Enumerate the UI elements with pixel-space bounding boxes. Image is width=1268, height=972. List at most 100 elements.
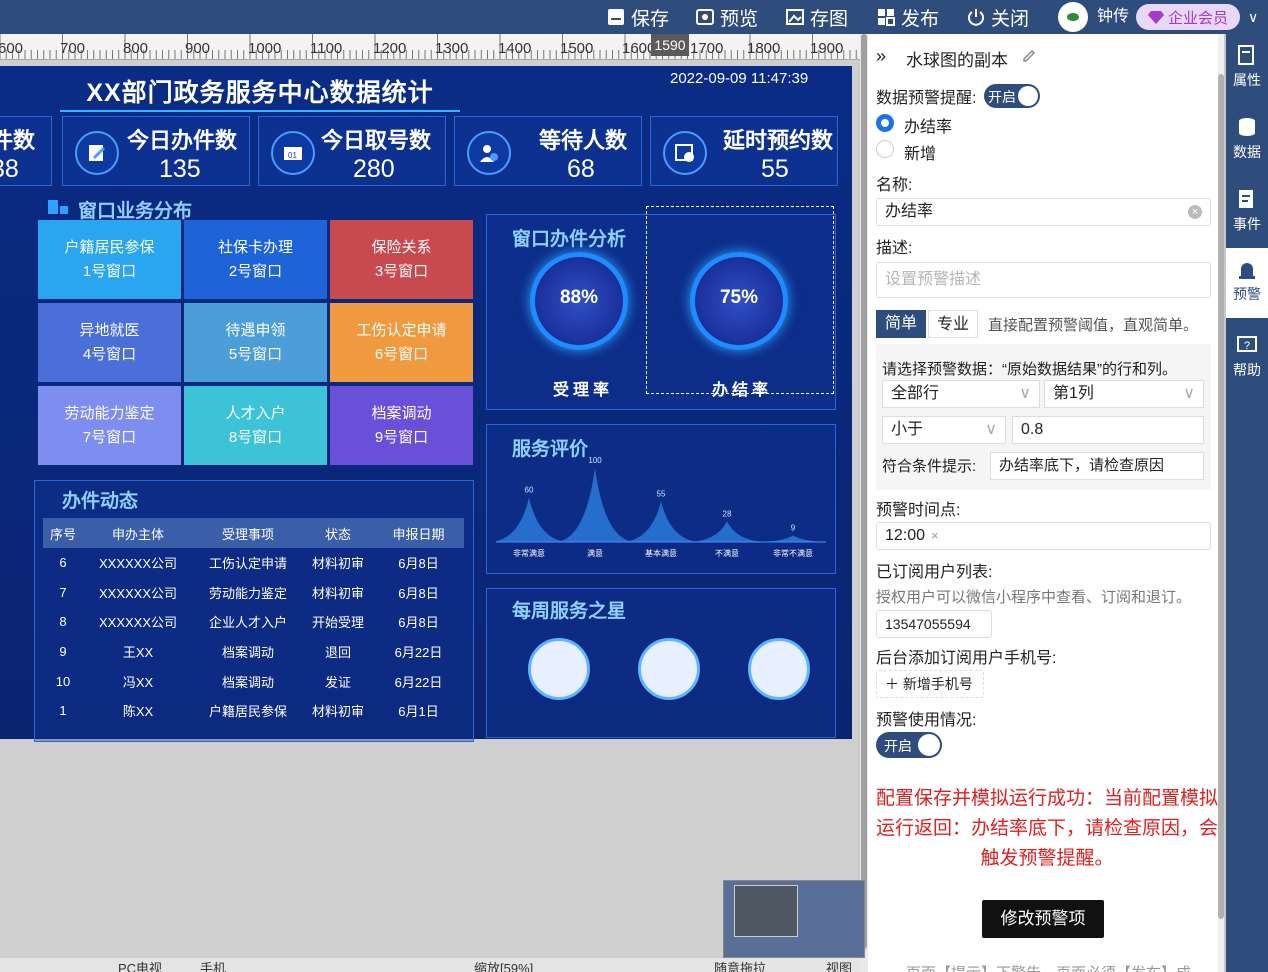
usage-toggle[interactable]: 开启 [876,732,942,758]
ruler-label: 1700 [690,40,724,57]
collapse-icon[interactable]: » [876,46,886,67]
column-select[interactable]: 第1列 ∨ [1044,380,1204,408]
save-button[interactable]: 保存 [607,0,669,34]
window-cell[interactable]: 户籍居民参保 1号窗口 [38,220,181,299]
selection-box[interactable] [646,206,834,394]
design-canvas[interactable]: XX部门政务服务中心数据统计 2022-09-09 11:47:39 件数 38… [0,60,858,960]
analysis-title: 窗口办件分析 [512,229,627,250]
view-label[interactable]: 视图 [826,958,852,972]
scroll-thumb[interactable] [861,34,867,949]
dashboard[interactable]: XX部门政务服务中心数据统计 2022-09-09 11:47:39 件数 38… [0,66,852,742]
status-bar: PC电视 手机 缩放[59%] 随意拖拉 视图 [0,958,860,972]
tab-mobile[interactable]: 手机 [200,958,226,972]
window-cell[interactable]: 档案调动 9号窗口 [330,386,473,465]
minimap[interactable] [723,880,865,958]
top-toolbar: 保存 预览 存图 发布 关闭 钟传 企业会员 ∨ [0,0,1268,34]
grid-icon [878,9,895,26]
stat-card[interactable]: 今日办件数 135 [62,116,250,186]
stat-card[interactable]: 01 今日取号数 280 [258,116,446,186]
window-cell[interactable]: 社保卡办理 2号窗口 [184,220,327,299]
preview-button[interactable]: 预览 [696,0,758,34]
save-image-button[interactable]: 存图 [786,0,848,34]
window-cell[interactable]: 异地就医 4号窗口 [38,303,181,382]
remove-tag-icon[interactable]: × [931,528,939,543]
ruler-label: 1100 [310,40,343,57]
table-row[interactable]: 9 王XX 档案调动 退回 6月22日 [43,637,464,667]
table-row[interactable]: 1 陈XX 户籍居民参保 材料初审 6月1日 [43,696,464,726]
result-message: 配置保存并模拟运行成功：当前配置模拟运行返回：办结率底下，请检查原因，会触发预警… [876,788,1219,869]
publish-button[interactable]: 发布 [877,0,939,34]
window-cell[interactable]: 人才入户 8号窗口 [184,386,327,465]
minimap-viewport[interactable] [734,885,798,937]
threshold-input[interactable]: 0.8 [1012,416,1204,444]
rail-data[interactable]: 数据 [1226,106,1268,176]
staff-avatar[interactable] [528,638,590,700]
operator-select[interactable]: 小于 ∨ [882,416,1006,444]
add-phone-button[interactable]: ＋ 新增手机号 [876,670,984,698]
table-row[interactable]: 10 冯XX 档案调动 发证 6月22日 [43,666,464,696]
data-label: 9 [791,523,796,532]
chevron-down-icon[interactable]: ∨ [1248,0,1258,34]
desc-input[interactable]: 设置预警描述 [876,262,1211,298]
panel-scrollbar[interactable] [1218,34,1224,972]
time-label: 预警时间点: [876,502,961,519]
rail-events[interactable]: 事件 [1226,178,1268,248]
window-section-title: 窗口业务分布 [78,201,193,222]
avatar[interactable] [1058,2,1088,32]
staff-avatar[interactable] [748,638,810,700]
events-icon [1239,190,1253,208]
right-rail: 属性 数据 事件 预警 ? 帮助 [1226,34,1268,972]
window-cell[interactable]: 待遇申领 5号窗口 [184,303,327,382]
phone-tag[interactable]: 13547055594 [876,610,992,638]
staff-avatar[interactable] [638,638,700,700]
name-input[interactable]: 办结率 × [876,198,1211,226]
canvas-scrollbar[interactable] [860,34,868,972]
table-row[interactable]: 6 XXXXXX公司 工伤认定申请 材料初审 6月8日 [43,548,464,578]
tab-pc[interactable]: PC电视 [118,958,162,972]
table-row[interactable]: 7 XXXXXX公司 劳动能力鉴定 材料初审 6月8日 [43,578,464,608]
rail-help[interactable]: ? 帮助 [1226,324,1268,394]
window-cell[interactable]: 劳动能力鉴定 7号窗口 [38,386,181,465]
rail-alert[interactable]: 预警 [1226,248,1268,318]
stat-value: 135 [159,155,201,183]
alert-toggle[interactable]: 开启 [984,84,1040,108]
scroll-thumb[interactable] [1218,74,1224,919]
image-icon [786,9,804,25]
gauge-accept[interactable]: 88% [530,252,628,350]
data-label: 60 [525,486,534,495]
rail-props[interactable]: 属性 [1226,34,1268,104]
ruler-label: 600 [0,40,24,57]
mode-pro-tab[interactable]: 专业 [928,310,978,338]
records-title: 办件动态 [62,491,139,512]
window-cell[interactable]: 保险关系 3号窗口 [330,220,473,299]
stat-value: 38 [0,155,19,183]
edit-pencil-icon[interactable] [1022,49,1036,63]
radio-completion[interactable] [876,114,894,132]
submit-button[interactable]: 修改预警项 [982,900,1104,938]
clear-icon[interactable]: × [1188,205,1202,219]
radio-new[interactable] [876,140,894,158]
category-label: 满意 [587,548,603,558]
footer-hint: 页面【提示】下警告，页面必须【发布】成 [906,962,1191,972]
add-label: 后台添加订阅用户手机号: [876,650,1057,667]
stat-card[interactable]: 延时预约数 55 [650,116,838,186]
zoom-label[interactable]: 缩放[59%] [474,958,533,972]
row-select[interactable]: 全部行 ∨ [882,380,1040,408]
window-cell[interactable]: 工伤认定申请 6号窗口 [330,303,473,382]
stat-card[interactable]: 等待人数 68 [454,116,642,186]
category-label: 非常不满意 [773,548,813,558]
time-field[interactable]: 12:00 × [876,522,1211,550]
member-badge[interactable]: 企业会员 [1136,4,1240,30]
mode-simple-tab[interactable]: 简单 [876,310,926,338]
stat-card[interactable]: 件数 38 [0,116,52,186]
chevron-down-icon: ∨ [1019,385,1031,402]
table-row[interactable]: 8 XXXXXX公司 企业人才入户 开始受理 6月8日 [43,607,464,637]
ruler-label: 800 [123,40,149,57]
cond-input[interactable]: 办结率底下，请检查原因 [990,452,1204,480]
calendar-clock-icon [663,131,707,175]
radio-completion-label: 办结率 [904,119,953,136]
usage-label: 预警使用情况: [876,712,977,729]
close-button[interactable]: 关闭 [967,0,1029,34]
follow-label[interactable]: 随意拖拉 [714,958,766,972]
eval-area-chart[interactable]: 60 非常满意 100 满意 55 基本满意 28 不满意 9 非常不满意 [496,450,826,564]
